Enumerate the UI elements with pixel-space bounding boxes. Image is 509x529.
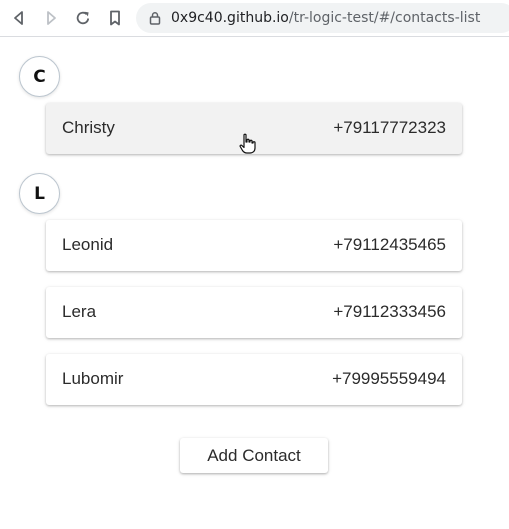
contacts-list: C Christy +79117772323 L Leonid +7911243… (0, 38, 509, 529)
forward-arrow-icon (47, 11, 56, 25)
add-contact-button[interactable]: Add Contact (180, 438, 328, 473)
address-bar[interactable]: 0x9c40.github.io/tr-logic-test/#/contact… (136, 3, 509, 33)
bookmark-button[interactable] (104, 7, 126, 29)
contact-name: Leonid (62, 235, 114, 254)
contact-card-leonid[interactable]: Leonid +79112435465 (46, 220, 462, 271)
back-arrow-icon (14, 11, 23, 25)
browser-toolbar: 0x9c40.github.io/tr-logic-test/#/contact… (0, 0, 509, 37)
contact-name: Christy (62, 118, 115, 137)
contact-phone: +79117772323 (333, 118, 446, 137)
contact-phone: +79112333456 (333, 302, 446, 321)
contact-name: Lubomir (62, 369, 124, 388)
forward-button[interactable] (40, 7, 62, 29)
bookmark-icon (110, 10, 120, 26)
reload-icon (76, 11, 90, 25)
hand-pointer-cursor-icon (239, 133, 256, 154)
url-text: 0x9c40.github.io/tr-logic-test/#/contact… (171, 10, 480, 26)
contact-card-lera[interactable]: Lera +79112333456 (46, 287, 462, 338)
group-letter-c: C (19, 56, 60, 97)
contact-phone: +79112435465 (333, 235, 446, 254)
contact-name: Lera (62, 302, 97, 321)
url-host: 0x9c40.github.io (171, 10, 289, 26)
contact-card-lubomir[interactable]: Lubomir +79995559494 (46, 354, 462, 405)
back-button[interactable] (8, 7, 30, 29)
group-letter-l: L (19, 173, 60, 214)
contact-phone: +79995559494 (332, 369, 446, 388)
url-path: /tr-logic-test/#/contacts-list (288, 10, 481, 26)
reload-button[interactable] (72, 7, 94, 29)
lock-icon (149, 12, 161, 25)
